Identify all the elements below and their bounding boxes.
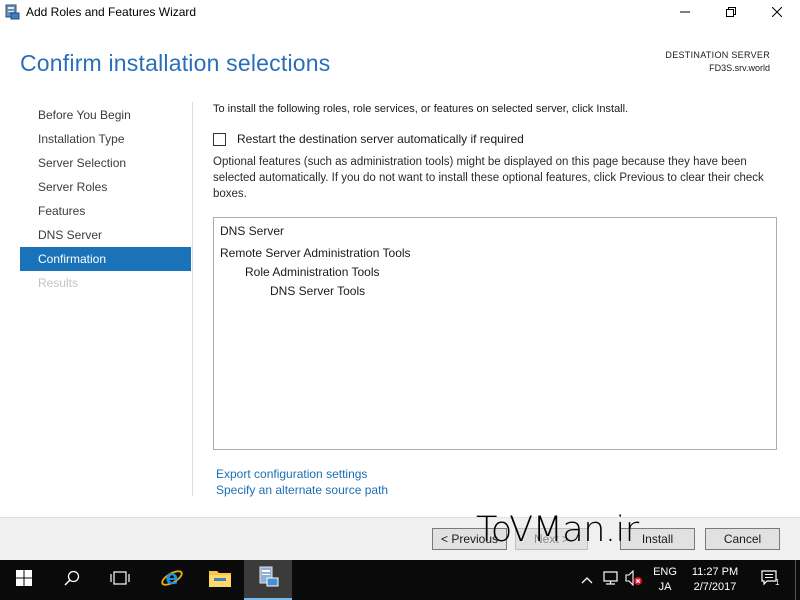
search-icon: [64, 570, 80, 591]
restart-checkbox[interactable]: [213, 132, 226, 146]
nav-item-server-roles[interactable]: Server Roles: [20, 175, 191, 199]
close-button[interactable]: [754, 0, 800, 26]
action-center-button[interactable]: [756, 560, 784, 600]
svg-text:e: e: [166, 567, 179, 589]
close-icon: [771, 4, 783, 22]
selection-item: Role Administration Tools: [245, 265, 380, 279]
volume-tray-button[interactable]: [624, 560, 644, 600]
destination-server-label: DESTINATION SERVER: [665, 50, 770, 60]
nav-item-dns-server[interactable]: DNS Server: [20, 223, 191, 247]
nav-divider: [192, 102, 193, 496]
export-configuration-link[interactable]: Export configuration settings: [216, 467, 367, 481]
wizard-steps-nav: Before You Begin Installation Type Serve…: [20, 103, 191, 295]
file-explorer-taskbar-button[interactable]: [196, 560, 244, 600]
server-manager-taskbar-button[interactable]: [244, 560, 292, 600]
alternate-source-path-link[interactable]: Specify an alternate source path: [216, 483, 388, 497]
window-title: Add Roles and Features Wizard: [26, 5, 197, 19]
network-icon: [602, 570, 620, 591]
search-button[interactable]: [48, 560, 96, 600]
restore-button[interactable]: [708, 0, 754, 26]
destination-server-value: FD3S.srv.world: [709, 63, 770, 73]
nav-item-before-you-begin[interactable]: Before You Begin: [20, 103, 191, 127]
folder-icon: [208, 568, 232, 593]
minimize-icon: [680, 4, 690, 22]
task-view-icon: [110, 570, 130, 591]
server-manager-icon: [256, 565, 280, 594]
language-code: ENG: [653, 566, 677, 578]
nav-item-server-selection[interactable]: Server Selection: [20, 151, 191, 175]
internet-explorer-taskbar-button[interactable]: e: [148, 560, 196, 600]
nav-item-features[interactable]: Features: [20, 199, 191, 223]
network-tray-button[interactable]: [600, 560, 622, 600]
restart-checkbox-label[interactable]: Restart the destination server automatic…: [237, 132, 524, 146]
nav-item-confirmation[interactable]: Confirmation: [20, 247, 191, 271]
watermark-text: ToVMan.ir: [476, 510, 639, 550]
title-bar: Add Roles and Features Wizard: [0, 0, 800, 26]
optional-features-note: Optional features (such as administratio…: [213, 156, 764, 200]
show-desktop-button[interactable]: [795, 560, 800, 600]
restart-checkbox-row[interactable]: Restart the destination server automatic…: [213, 132, 524, 146]
input-language-indicator[interactable]: ENG JA: [651, 565, 679, 595]
selection-item: Remote Server Administration Tools: [220, 246, 411, 260]
taskbar: e: [0, 560, 800, 600]
cancel-button[interactable]: Cancel: [705, 528, 780, 550]
task-view-button[interactable]: [96, 560, 144, 600]
minimize-button[interactable]: [662, 0, 708, 26]
nav-item-results: Results: [38, 276, 79, 290]
selection-item: DNS Server Tools: [270, 284, 366, 298]
internet-explorer-icon: e: [160, 566, 184, 595]
nav-item-installation-type[interactable]: Installation Type: [20, 127, 191, 151]
windows-logo-icon: [16, 569, 32, 591]
clock-date: 2/7/2017: [693, 581, 737, 593]
selection-item: DNS Server: [220, 224, 285, 238]
selections-list: DNS Server Remote Server Administration …: [213, 217, 777, 450]
system-clock[interactable]: 11:27 PM 2/7/2017: [683, 565, 747, 595]
notification-count: 1: [775, 578, 780, 587]
intro-text: To install the following roles, role ser…: [213, 103, 629, 115]
volume-muted-icon: [625, 569, 643, 591]
page-title: Confirm installation selections: [20, 50, 331, 76]
start-button[interactable]: [0, 560, 48, 600]
keyboard-layout-code: JA: [658, 581, 672, 593]
restore-icon: [726, 4, 736, 22]
server-manager-app-icon: [4, 4, 20, 20]
clock-time: 11:27 PM: [691, 566, 739, 578]
show-hidden-icons-button[interactable]: [578, 560, 596, 600]
chevron-up-icon: [581, 571, 593, 589]
